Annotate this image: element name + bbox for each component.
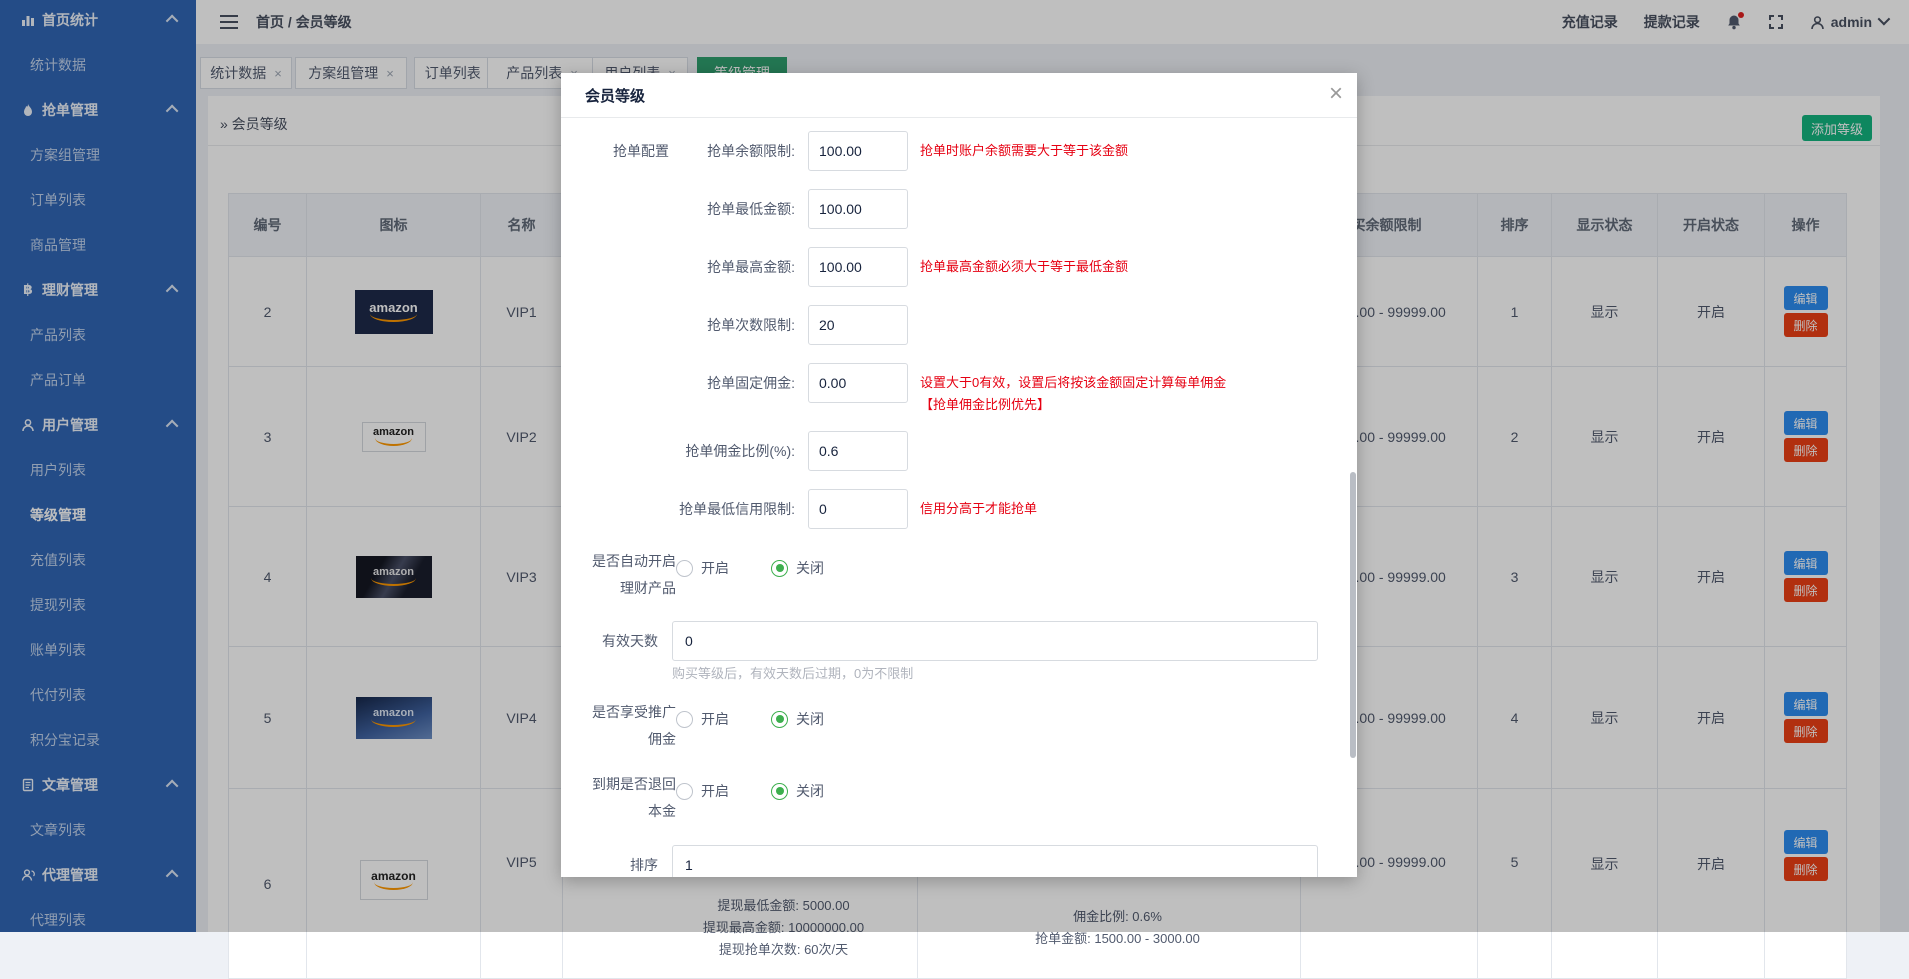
radio-on-label[interactable]: 开启: [701, 709, 729, 729]
field-hint: 设置大于0有效，设置后将按该金额固定计算每单佣金: [920, 375, 1227, 390]
field-valid-days: 有效天数: [561, 621, 1357, 661]
grab-min-amount-input[interactable]: [808, 189, 908, 229]
radio-on[interactable]: [676, 559, 693, 577]
field-grab-balance-limit: 抢单配置 抢单余额限制: 抢单时账户余额需要大于等于该金额: [561, 131, 1357, 171]
modal-title: 会员等级: [585, 87, 646, 105]
field-auto-finance-toggle: 是否自动开启 理财产品 开启 关闭: [561, 548, 1357, 604]
radio-off[interactable]: [771, 559, 788, 577]
field-label: 抢单固定佣金:: [707, 375, 795, 391]
field-grab-min-amount: 抢单最低金额:: [561, 189, 1357, 229]
radio-on[interactable]: [676, 710, 693, 728]
field-label: 抢单次数限制:: [707, 317, 795, 333]
field-sort: 排序: [561, 845, 1357, 877]
field-label: 是否自动开启 理财产品: [592, 553, 676, 596]
field-label: 排序: [630, 857, 658, 873]
field-hint: 抢单时账户余额需要大于等于该金额: [920, 143, 1129, 158]
close-icon[interactable]: ×: [1329, 79, 1343, 109]
radio-off-label[interactable]: 关闭: [796, 781, 824, 801]
modal-scrollbar[interactable]: [1350, 472, 1356, 758]
field-grab-fixed-commission: 抢单固定佣金: 设置大于0有效，设置后将按该金额固定计算每单佣金 【抢单佣金比例…: [561, 363, 1357, 412]
grab-min-credit-input[interactable]: [808, 489, 908, 529]
radio-on-label[interactable]: 开启: [701, 558, 729, 578]
field-label: 抢单最高金额:: [707, 259, 795, 275]
field-return-principal-toggle: 到期是否退回 本金 开启 关闭: [561, 771, 1357, 827]
field-grab-min-credit: 抢单最低信用限制: 信用分高于才能抢单: [561, 489, 1357, 529]
radio-off[interactable]: [771, 710, 788, 728]
member-level-modal: 会员等级 × 抢单配置 抢单余额限制: 抢单时账户余额需要大于等于该金额 抢单最…: [561, 73, 1357, 877]
valid-days-input[interactable]: [672, 621, 1318, 661]
field-hint: 抢单最高金额必须大于等于最低金额: [920, 259, 1129, 274]
grab-commission-rate-input[interactable]: [808, 431, 908, 471]
radio-off[interactable]: [771, 782, 788, 800]
grab-max-amount-input[interactable]: [808, 247, 908, 287]
field-grab-max-amount: 抢单最高金额: 抢单最高金额必须大于等于最低金额: [561, 247, 1357, 287]
field-grab-commission-rate: 抢单佣金比例(%):: [561, 431, 1357, 471]
field-hint-2: 【抢单佣金比例优先】: [920, 397, 1051, 412]
radio-off-label[interactable]: 关闭: [796, 558, 824, 578]
field-label: 抢单最低金额:: [707, 201, 795, 217]
valid-days-help: 购买等级后，有效天数后过期，0为不限制: [672, 666, 914, 681]
field-label: 抢单最低信用限制:: [679, 501, 795, 517]
grab-balance-limit-input[interactable]: [808, 131, 908, 171]
field-label: 有效天数: [602, 633, 658, 649]
field-label: 抢单佣金比例(%):: [685, 443, 795, 459]
field-label: 是否享受推广 佣金: [592, 704, 676, 747]
field-label: 抢单余额限制:: [707, 143, 795, 159]
grab-fixed-commission-input[interactable]: [808, 363, 908, 403]
grab-count-limit-input[interactable]: [808, 305, 908, 345]
field-label: 到期是否退回 本金: [592, 776, 676, 819]
radio-on[interactable]: [676, 782, 693, 800]
withdraw-count-text: 提现抢单次数: 60次/天: [718, 941, 849, 957]
field-grab-count-limit: 抢单次数限制:: [561, 305, 1357, 345]
field-hint: 信用分高于才能抢单: [920, 501, 1038, 516]
radio-off-label[interactable]: 关闭: [796, 709, 824, 729]
modal-titlebar: 会员等级: [561, 73, 1357, 118]
radio-on-label[interactable]: 开启: [701, 781, 729, 801]
sort-input[interactable]: [672, 845, 1318, 877]
field-promo-commission-toggle: 是否享受推广 佣金 开启 关闭: [561, 699, 1357, 755]
